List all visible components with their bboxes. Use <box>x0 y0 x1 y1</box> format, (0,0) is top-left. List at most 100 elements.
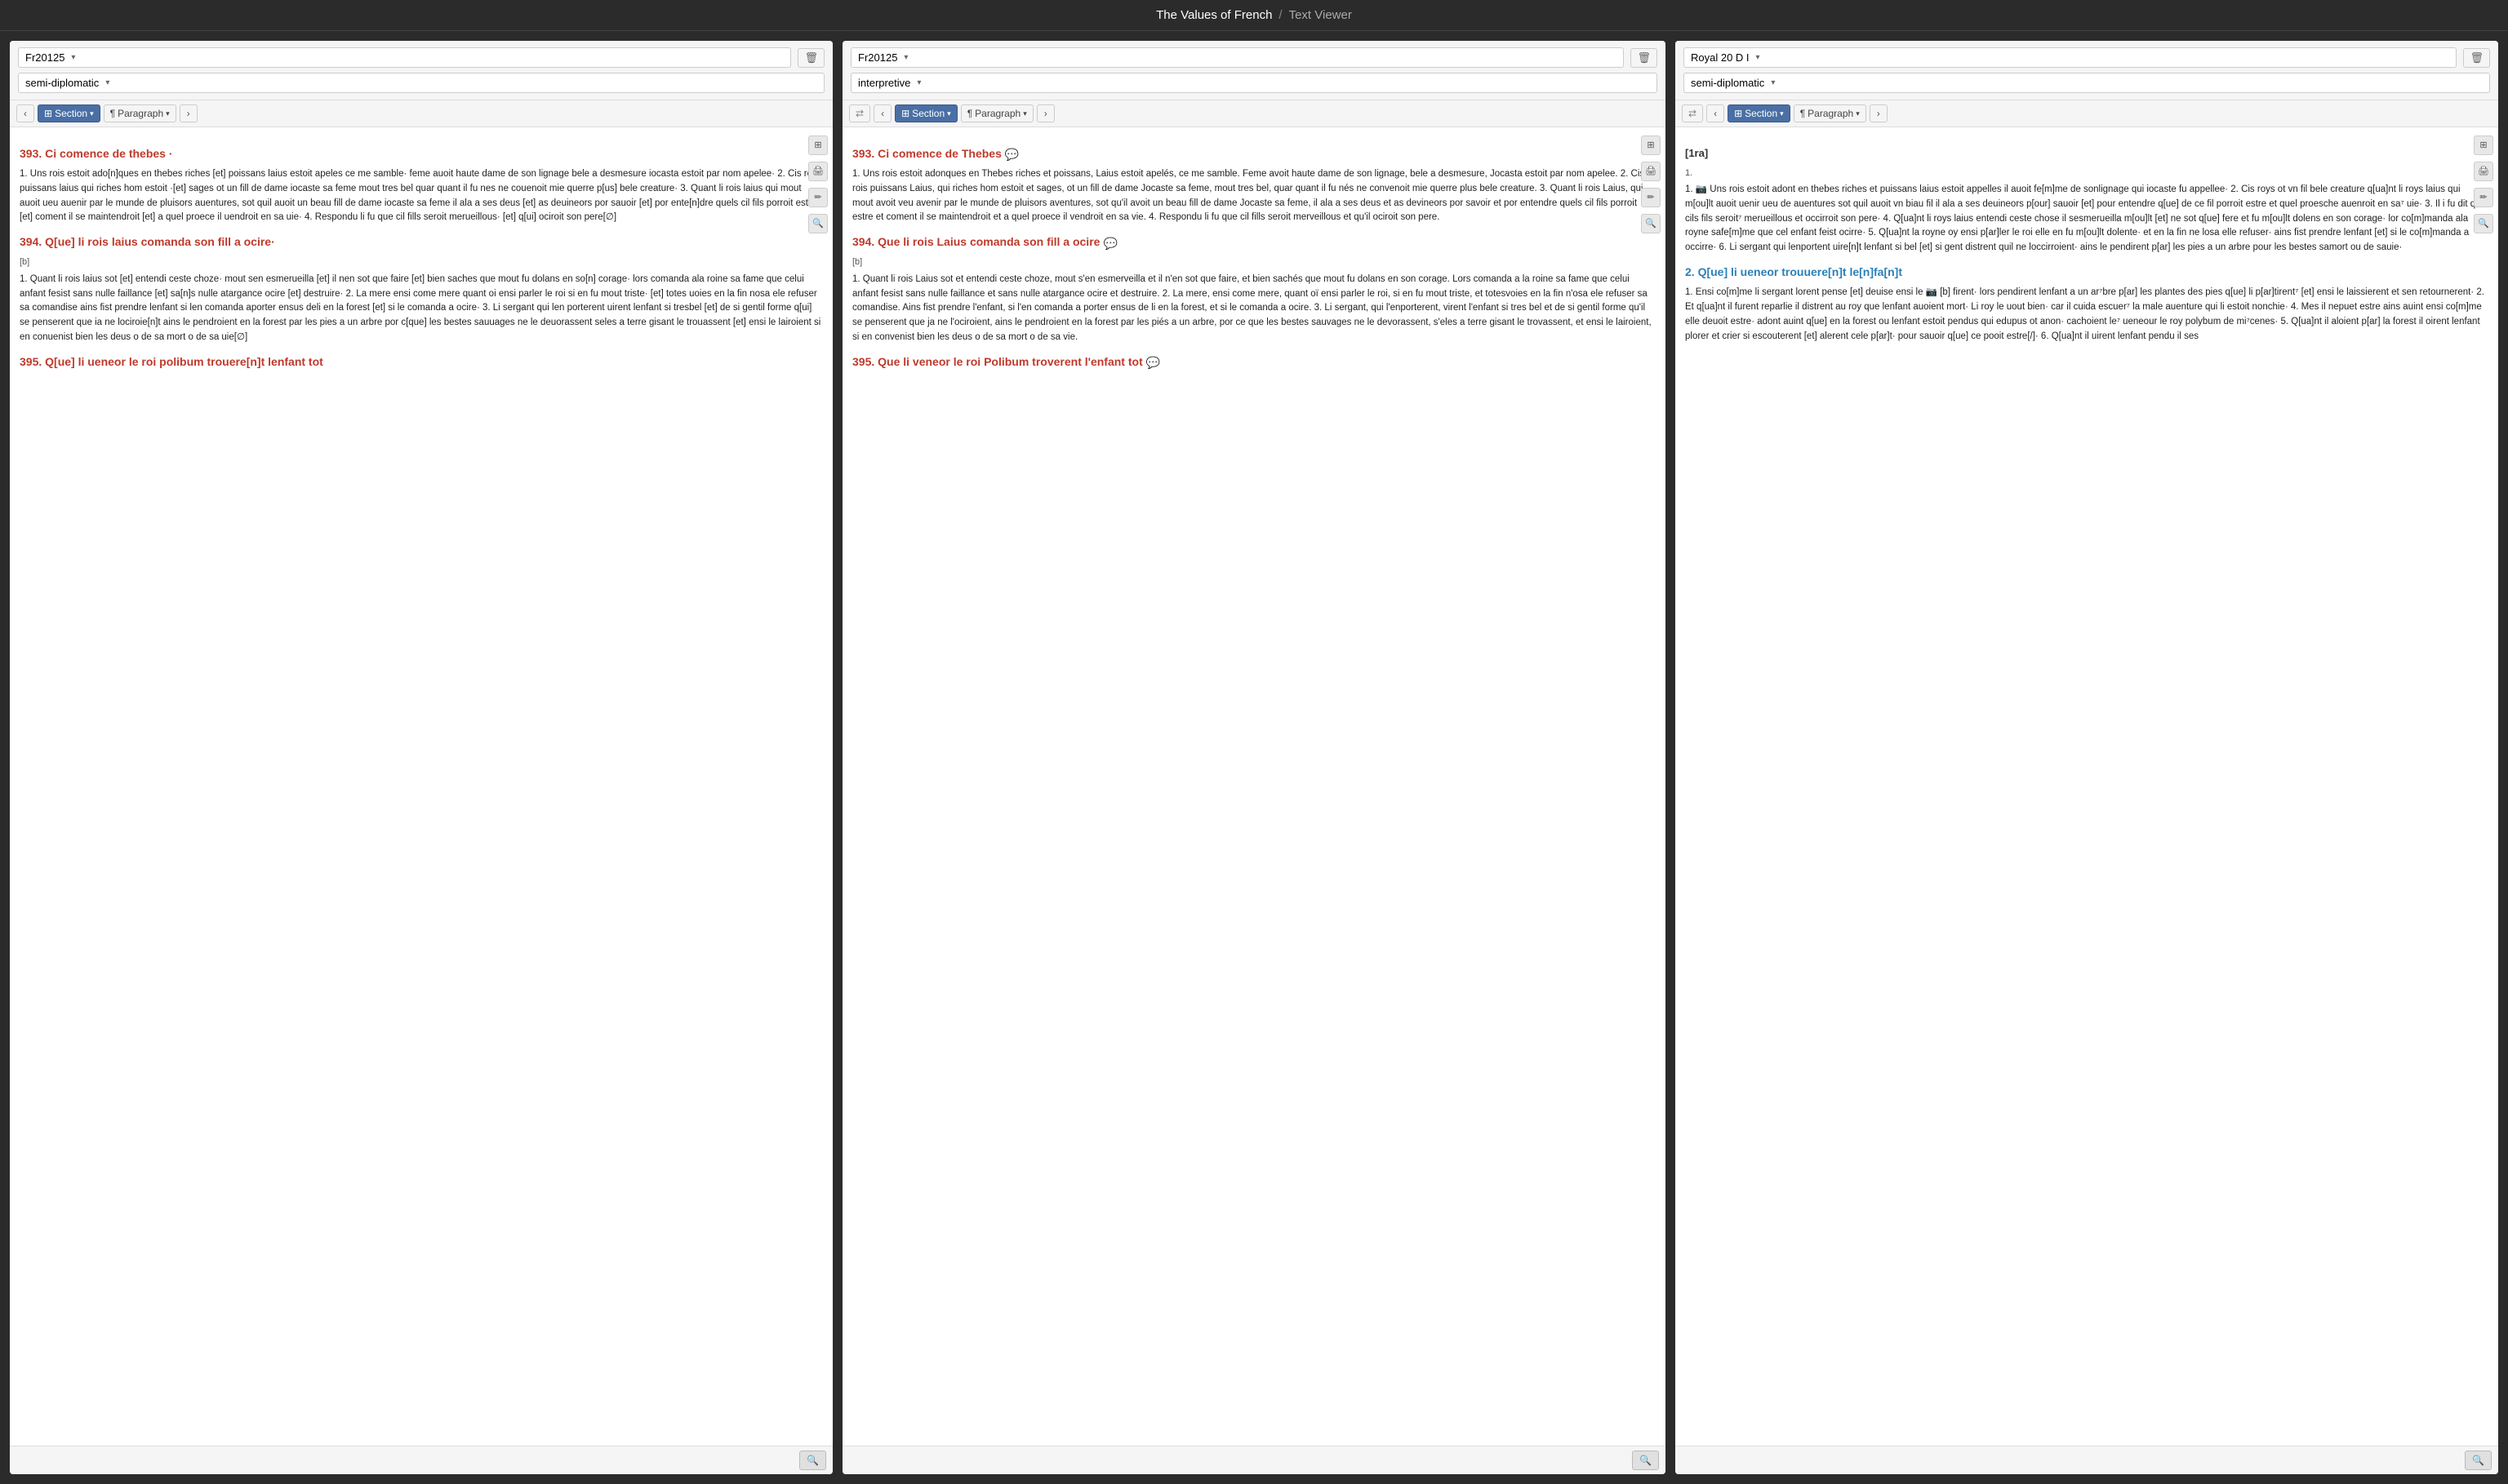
print-icon[interactable]: 🖨 <box>2474 162 2493 181</box>
paragraph-button[interactable]: ¶ Paragraph ▾ <box>1794 104 1866 122</box>
ms-value: Royal 20 D I <box>1691 51 1750 64</box>
section-heading-1: 394. Que li rois Laius comanda son fill … <box>852 233 1656 251</box>
body-paragraph: 1. Uns rois estoit ado[n]ques en thebes … <box>20 167 823 225</box>
section-heading-0: 393. Ci comence de Thebes💬 <box>852 145 1656 162</box>
section-icon: ⊞ <box>901 108 909 119</box>
paragraph-icon: ¶ <box>110 108 115 119</box>
body-paragraph: 1. 📷 Uns rois estoit adont en thebes ric… <box>1685 183 2488 255</box>
panel-header: Fr20125 ▾ 🗑 semi-diplomatic ▾ <box>10 41 833 100</box>
chevron-down-icon: ▾ <box>947 109 951 118</box>
delete-panel-button[interactable]: 🗑 <box>798 48 825 68</box>
mode-selector[interactable]: interpretive▾ <box>851 73 1657 93</box>
panel-toolbar: ‹⊞ Section ▾¶ Paragraph ▾› <box>10 100 833 127</box>
panel-toolbar: ⇄‹⊞ Section ▾¶ Paragraph ▾› <box>1675 100 2498 127</box>
chevron-down-icon: ▾ <box>1023 109 1027 118</box>
chevron-down-icon: ▾ <box>166 109 170 118</box>
section-button[interactable]: ⊞ Section ▾ <box>38 104 100 122</box>
ms-value: Fr20125 <box>25 51 64 64</box>
ms-value: Fr20125 <box>858 51 897 64</box>
panel-body: ⊞ 🖨 ✏ 🔍 393. Ci comence de thebes · 1. Uns ro… <box>10 127 833 1446</box>
grid-icon[interactable]: ⊞ <box>808 136 828 155</box>
delete-panel-button[interactable]: 🗑 <box>1630 48 1657 68</box>
search-icon[interactable]: 🔍 <box>2474 214 2493 233</box>
title-separator: / <box>1278 8 1282 22</box>
side-icons: ⊞ 🖨 ✏ 🔍 <box>2474 136 2493 233</box>
search-icon[interactable]: 🔍 <box>1641 214 1661 233</box>
sync-button[interactable]: ⇄ <box>849 104 870 122</box>
ms-selector[interactable]: Fr20125 ▾ <box>851 47 1624 68</box>
chevron-down-icon: ▾ <box>1756 53 1760 62</box>
section-heading-2: 395. Q[ue] li ueneor le roi polibum trou… <box>20 353 823 371</box>
search-button[interactable]: 🔍 <box>799 1451 826 1470</box>
subsection-label: 1. <box>1685 167 2488 180</box>
grid-icon[interactable]: ⊞ <box>1641 136 1661 155</box>
section-heading-2: 395. Que li veneor le roi Polibum trover… <box>852 353 1656 371</box>
panel-body: ⊞🖨✏🔍393. Ci comence de Thebes💬1. Uns roi… <box>843 127 1665 1446</box>
prev-button[interactable]: ‹ <box>16 104 34 122</box>
section-icon: ⊞ <box>44 108 52 119</box>
chevron-down-icon: ▾ <box>71 53 75 62</box>
chevron-down-icon: ▾ <box>917 78 921 87</box>
chat-icon[interactable]: 💬 <box>1146 357 1158 368</box>
next-button[interactable]: › <box>1870 104 1888 122</box>
mode-value: semi-diplomatic <box>25 77 99 89</box>
ms-selector[interactable]: Royal 20 D I ▾ <box>1683 47 2457 68</box>
prev-button[interactable]: ‹ <box>1706 104 1724 122</box>
body-paragraph: 1. Ensi co[m]me li sergant lorent pense … <box>1685 286 2488 344</box>
panel-1: Fr20125▾🗑semi-diplomatic▾‹⊞ Section ▾¶ P… <box>10 41 833 1474</box>
chat-icon[interactable]: 💬 <box>1005 149 1016 160</box>
print-icon[interactable]: 🖨 <box>808 162 828 181</box>
top-bar: The Values of French / Text Viewer <box>0 0 2508 31</box>
panel-body: ⊞ 🖨 ✏ 🔍 [1ra] 1. 1. 📷 Uns rois estoit adont en… <box>1675 127 2498 1446</box>
delete-panel-button[interactable]: 🗑 <box>2463 48 2490 68</box>
section-heading-1: 394. Q[ue] li rois laius comanda son fil… <box>20 233 823 251</box>
section-heading-1: 2. Q[ue] li ueneor trouuere[n]t le[n]fa[… <box>1685 264 2488 281</box>
chevron-down-icon: ▾ <box>1856 109 1860 118</box>
body-paragraph: 1. Quant li rois laius sot [et] entendi … <box>20 273 823 345</box>
panel-2: Fr20125 ▾ 🗑 interpretive▾ ⇄‹⊞ Section ▾¶ Par… <box>843 41 1665 1474</box>
chevron-down-icon: ▾ <box>1771 78 1775 87</box>
subsection-label: [b] <box>852 255 1656 269</box>
chevron-down-icon: ▾ <box>105 78 109 87</box>
paragraph-button[interactable]: ¶ Paragraph ▾ <box>961 104 1034 122</box>
section-heading-0: 393. Ci comence de thebes · <box>20 145 823 162</box>
next-button[interactable]: › <box>1037 104 1055 122</box>
mode-selector[interactable]: semi-diplomatic ▾ <box>1683 73 2490 93</box>
edit-icon[interactable]: ✏ <box>808 188 828 207</box>
chevron-down-icon: ▾ <box>904 53 908 62</box>
mode-selector[interactable]: semi-diplomatic ▾ <box>18 73 825 93</box>
edit-icon[interactable]: ✏ <box>2474 188 2493 207</box>
paragraph-button[interactable]: ¶ Paragraph ▾ <box>104 104 176 122</box>
section-heading-0: [1ra] <box>1685 145 2488 162</box>
panel-header: Fr20125 ▾ 🗑 interpretive▾ <box>843 41 1665 100</box>
next-button[interactable]: › <box>180 104 198 122</box>
grid-icon[interactable]: ⊞ <box>2474 136 2493 155</box>
search-button[interactable]: 🔍 <box>2465 1451 2492 1470</box>
app-title: The Values of French <box>1156 8 1272 22</box>
side-icons: ⊞ 🖨 ✏ 🔍 <box>808 136 828 233</box>
chevron-down-icon: ▾ <box>90 109 94 118</box>
paragraph-icon: ¶ <box>967 108 972 119</box>
edit-icon[interactable]: ✏ <box>1641 188 1661 207</box>
bottom-toolbar: 🔍 <box>843 1446 1665 1474</box>
mode-value: semi-diplomatic <box>1691 77 1764 89</box>
section-icon: ⊞ <box>1734 108 1742 119</box>
panel-3: Royal 20 D I▾🗑semi-diplomatic▾⇄‹⊞ Sectio… <box>1675 41 2498 1474</box>
side-icons: ⊞ 🖨 ✏ 🔍 <box>1641 136 1661 233</box>
bottom-toolbar: 🔍 <box>1675 1446 2498 1474</box>
subsection-label: [b] <box>20 255 823 269</box>
search-button[interactable]: 🔍 <box>1632 1451 1659 1470</box>
ms-selector[interactable]: Fr20125 ▾ <box>18 47 791 68</box>
panel-toolbar: ⇄‹⊞ Section ▾¶ Paragraph ▾› <box>843 100 1665 127</box>
app-subtitle: Text Viewer <box>1289 8 1352 22</box>
prev-button[interactable]: ‹ <box>874 104 892 122</box>
section-button[interactable]: ⊞ Section ▾ <box>1728 104 1790 122</box>
body-paragraph: 1. Quant li rois Laius sot et entendi ce… <box>852 273 1656 345</box>
main-content: Fr20125▾🗑semi-diplomatic▾‹⊞ Section ▾¶ P… <box>0 31 2508 1484</box>
section-button[interactable]: ⊞ Section ▾ <box>895 104 958 122</box>
chat-icon[interactable]: 💬 <box>1103 238 1114 249</box>
chevron-down-icon: ▾ <box>1780 109 1784 118</box>
sync-button[interactable]: ⇄ <box>1682 104 1703 122</box>
print-icon[interactable]: 🖨 <box>1641 162 1661 181</box>
search-icon[interactable]: 🔍 <box>808 214 828 233</box>
